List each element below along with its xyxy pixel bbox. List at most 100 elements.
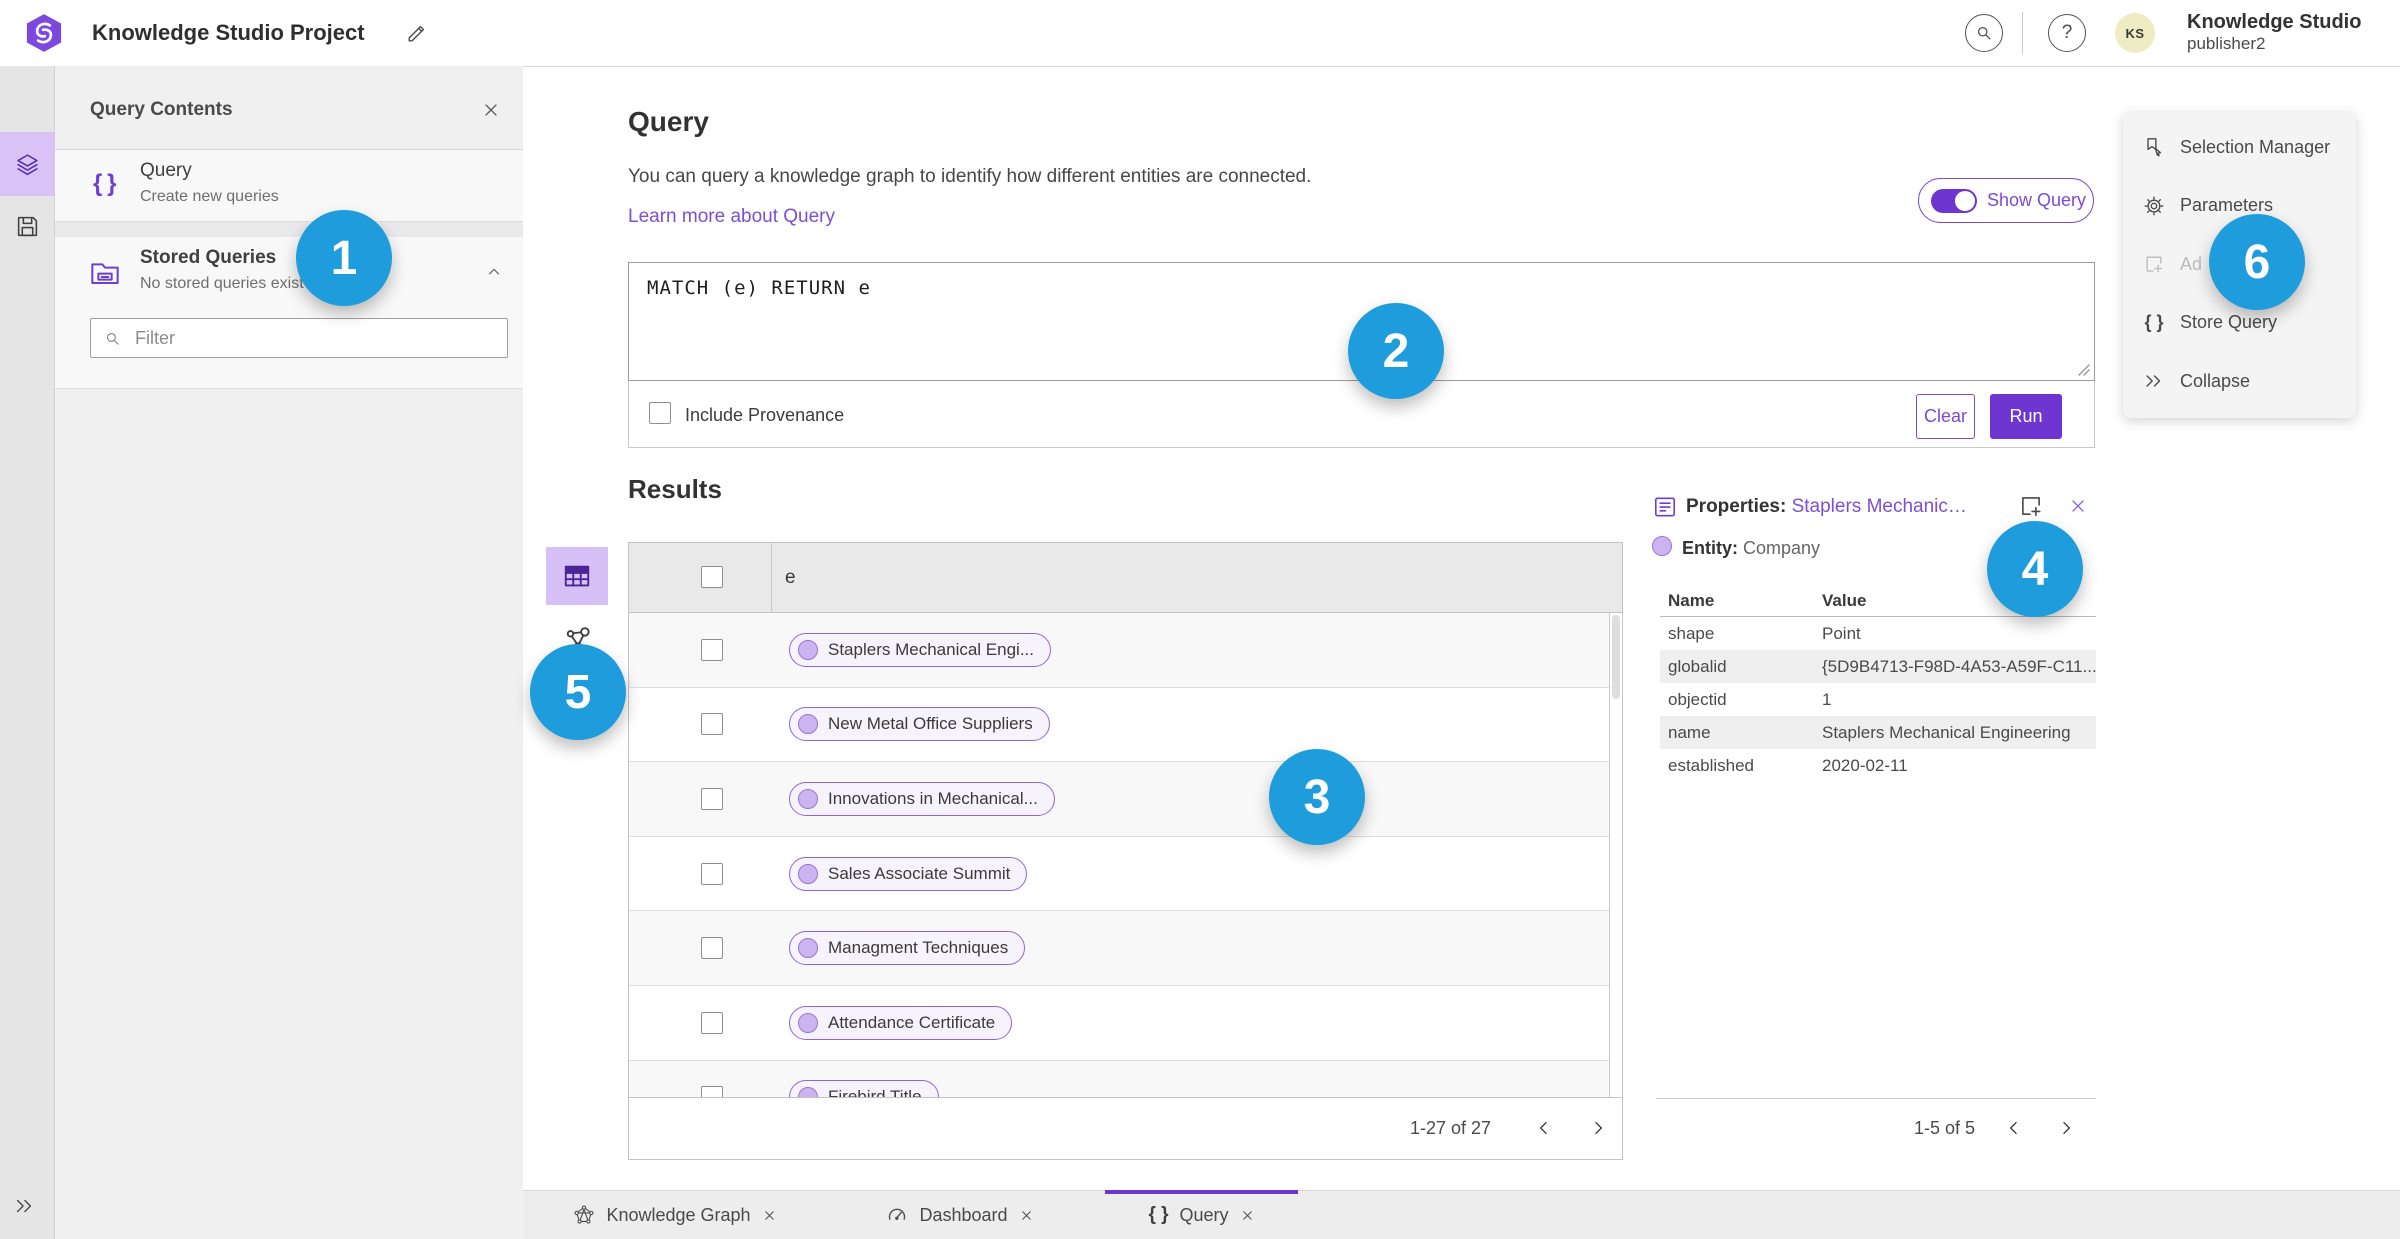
property-value: {5D9B4713-F98D-4A53-A59F-C11... [1822,656,2096,676]
row-checkbox[interactable] [701,1011,723,1034]
column-header-e: e [785,567,796,588]
menu-item-label: Ad [2180,253,2203,274]
property-value: 2020-02-11 [1822,755,1908,775]
tab-query[interactable]: { } Query [1105,1190,1298,1239]
row-checkbox[interactable] [701,713,723,736]
annotation-badge-3: 3 [1269,749,1365,845]
tab-close-icon[interactable] [1240,1208,1255,1223]
save-icon[interactable] [15,214,40,239]
toggle-knob [1955,190,1975,211]
entity-pill[interactable]: Staplers Mechanical Engi... [789,632,1051,667]
entity-value: Company [1743,538,1821,558]
chevron-left-icon[interactable] [1534,1118,1554,1138]
entity-pill[interactable]: Managment Techniques [789,931,1026,966]
panel-title: Query Contents [90,99,233,120]
app-logo-icon [26,13,62,53]
col-name: Name [1668,590,1715,610]
entity-pill[interactable]: Innovations in Mechanical... [789,781,1055,816]
annotation-badge-6: 6 [2209,214,2305,310]
menu-item-label: Store Query [2180,312,2278,333]
chevron-right-icon[interactable] [2056,1118,2076,1138]
result-row: Innovations in Mechanical... [629,762,1622,837]
edit-title-pencil-icon[interactable] [406,22,428,44]
clear-button[interactable]: Clear [1916,394,1975,439]
chevron-right-icon[interactable] [1588,1118,1608,1138]
panel-divider-band [55,222,523,237]
entity-pill[interactable]: Attendance Certificate [789,1005,1013,1040]
toggle-switch[interactable] [1931,188,1977,213]
resize-handle-icon[interactable] [2078,364,2090,376]
select-all-checkbox[interactable] [701,566,723,588]
collapse-icon [2143,370,2165,392]
entity-type-dot [798,938,818,959]
tab-close-icon[interactable] [762,1208,777,1223]
topbar-divider [2022,12,2023,54]
table-view-icon [562,561,592,591]
chevron-left-icon[interactable] [2004,1118,2024,1138]
filter-input[interactable] [133,326,467,350]
tab-dashboard[interactable]: Dashboard [850,1191,1070,1239]
run-button[interactable]: Run [1990,394,2062,439]
property-value: Point [1822,623,1861,643]
braces-icon: { } [93,170,117,197]
result-row: Attendance Certificate [629,985,1622,1061]
avatar-initials: KS [2125,25,2145,41]
results-scrollbar[interactable] [1609,613,1622,1098]
learn-more-link[interactable]: Learn more about Query [628,206,835,228]
row-checkbox[interactable] [701,862,723,885]
result-row: Sales Associate Summit [629,836,1622,912]
entity-pill[interactable]: Sales Associate Summit [789,856,1028,891]
annotation-badge-2: 2 [1348,303,1444,399]
tab-label: Dashboard [919,1204,1008,1225]
entity-pill[interactable]: Firebird Title [789,1080,939,1098]
property-row: globalid {5D9B4713-F98D-4A53-A59F-C11... [1660,650,2096,683]
menu-item-collapse[interactable]: Collapse [2123,352,2356,411]
panel-close-icon[interactable] [481,100,501,120]
row-checkbox[interactable] [701,638,723,661]
property-name: established [1668,755,1755,775]
tab-knowledge-graph[interactable]: Knowledge Graph [540,1191,810,1239]
braces-icon: { } [1148,1204,1169,1225]
add-to-new-window-icon[interactable] [2018,493,2044,519]
tab-close-icon[interactable] [1019,1208,1034,1223]
help-button[interactable]: ? [2048,14,2086,52]
gear-icon [2143,195,2165,217]
entity-type-dot [798,639,818,660]
entity-type-dot [798,788,818,809]
sidebar-item-query[interactable]: { } Query Create new queries [55,150,523,222]
search-button[interactable] [1965,14,2003,52]
column-divider [771,543,772,612]
selection-manager-icon [2143,136,2165,158]
results-table-body: Staplers Mechanical Engi... New Metal Off… [629,613,1622,1098]
property-value: 1 [1822,689,1832,709]
row-checkbox[interactable] [701,937,723,960]
avatar[interactable]: KS [2115,13,2155,53]
show-query-toggle[interactable]: Show Query [1918,178,2094,223]
kg-star-icon [573,1204,595,1226]
user-name: Knowledge Studio [2187,11,2362,33]
results-pagination-label: 1-27 of 27 [1409,1118,1491,1138]
add-square-icon [2143,253,2165,275]
entity-pill-label: Managment Techniques [828,938,1009,958]
properties-close-icon[interactable] [2068,496,2088,516]
stored-queries-subtitle: No stored queries exist [140,275,304,292]
table-view-button[interactable] [546,547,608,605]
row-checkbox[interactable] [701,787,723,810]
entity-pill-label: Attendance Certificate [828,1012,996,1032]
annotation-badge-4: 4 [1987,521,2083,617]
chevron-up-icon[interactable] [485,263,503,281]
properties-entity-link[interactable]: Staplers Mechanic… [1792,496,1967,517]
layers-icon[interactable] [15,152,40,177]
menu-item-selection-manager[interactable]: Selection Manager [2123,118,2356,177]
menu-item-label: Collapse [2180,370,2251,391]
results-table-header: e [629,543,1622,613]
property-row: name Staplers Mechanical Engineering [1660,716,2096,749]
sidebar-section-stored-queries[interactable]: Stored Queries No stored queries exist [55,237,523,389]
include-provenance-checkbox[interactable] [649,402,671,424]
expand-rail-chevrons-icon[interactable] [13,1195,35,1217]
entity-pill[interactable]: New Metal Office Suppliers [789,707,1050,742]
properties-doc-icon [1652,494,1678,520]
scrollbar-thumb[interactable] [1612,615,1620,699]
entity-pill-label: Innovations in Mechanical... [828,788,1038,808]
query-text: MATCH (e) RETURN e [647,277,871,299]
